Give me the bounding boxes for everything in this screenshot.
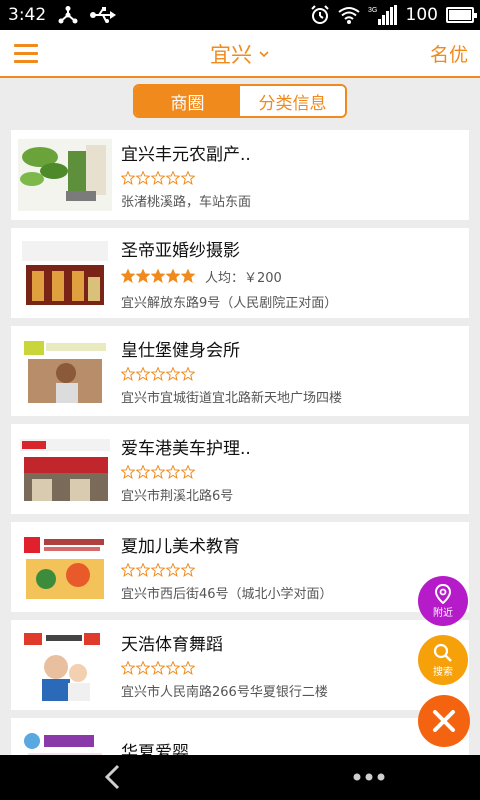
status-time: 3:42 xyxy=(8,5,47,25)
listing-name[interactable]: 天浩体育舞蹈 xyxy=(121,630,462,655)
listing-thumbnail xyxy=(18,335,112,407)
star-empty-icon xyxy=(136,367,150,381)
more-icon[interactable] xyxy=(352,771,386,783)
alarm-icon xyxy=(310,5,330,25)
nearby-label: 附近 xyxy=(433,607,453,619)
star-empty-icon xyxy=(151,563,165,577)
avg-price: 人均：￥200 xyxy=(205,270,282,286)
listing-thumbnail xyxy=(18,139,112,211)
status-bar: 3:42 3G 100 xyxy=(0,0,480,30)
back-icon[interactable] xyxy=(100,763,126,791)
listing-name[interactable]: 华夏爱婴 xyxy=(121,738,462,756)
star-empty-icon xyxy=(121,465,135,479)
search-icon xyxy=(433,643,452,662)
star-empty-icon xyxy=(166,367,180,381)
star-empty-icon xyxy=(181,465,195,479)
list-item[interactable]: 爱车港美车护理.. 宜兴市荆溪北路6号 xyxy=(11,424,469,514)
search-button[interactable]: 搜索 xyxy=(418,635,468,685)
listing-address: 宜兴市人民南路266号华夏银行二楼 xyxy=(121,685,328,700)
signal-icon: 3G xyxy=(368,5,398,25)
listing-list[interactable]: 宜兴丰元农副产.. 张渚桃溪路，车站东面 圣帝亚婚纱摄影 人均：￥200 宜兴解… xyxy=(0,122,480,755)
tab-category-info[interactable]: 分类信息 xyxy=(240,86,345,116)
star-filled-icon xyxy=(166,269,180,283)
star-empty-icon xyxy=(136,563,150,577)
star-empty-icon xyxy=(181,367,195,381)
listing-name[interactable]: 宜兴丰元农副产.. xyxy=(121,140,462,165)
star-empty-icon xyxy=(181,563,195,577)
star-empty-icon xyxy=(151,367,165,381)
listing-address: 宜兴市西后街46号（城北小学对面） xyxy=(121,587,333,602)
star-empty-icon xyxy=(181,661,195,675)
app-header: 宜兴 名优 xyxy=(0,30,480,78)
listing-thumbnail xyxy=(18,237,112,309)
star-empty-icon xyxy=(121,367,135,381)
close-icon xyxy=(433,710,455,732)
listing-name[interactable]: 圣帝亚婚纱摄影 xyxy=(121,236,462,261)
rating-stars xyxy=(121,171,195,185)
segmented-control: 商圈 分类信息 xyxy=(133,84,347,118)
listing-thumbnail xyxy=(18,531,112,603)
rating-stars xyxy=(121,563,195,577)
listing-name[interactable]: 爱车港美车护理.. xyxy=(121,434,462,459)
star-empty-icon xyxy=(136,661,150,675)
usb-icon xyxy=(90,7,117,23)
listing-name[interactable]: 皇仕堡健身会所 xyxy=(121,336,462,361)
listing-address: 张渚桃溪路，车站东面 xyxy=(121,195,252,210)
star-empty-icon xyxy=(166,661,180,675)
list-item[interactable]: 天浩体育舞蹈 宜兴市人民南路266号华夏银行二楼 xyxy=(11,620,469,710)
star-empty-icon xyxy=(166,563,180,577)
star-empty-icon xyxy=(121,563,135,577)
star-empty-icon xyxy=(136,171,150,185)
nearby-button[interactable]: 附近 xyxy=(418,576,468,626)
menu-icon[interactable] xyxy=(0,29,52,77)
star-empty-icon xyxy=(151,171,165,185)
network-type: 3G xyxy=(368,7,377,14)
rating-stars xyxy=(121,661,195,675)
location-pin-icon xyxy=(434,583,452,604)
tab-business-district[interactable]: 商圈 xyxy=(135,86,240,116)
star-empty-icon xyxy=(121,171,135,185)
star-filled-icon xyxy=(181,269,195,283)
search-label: 搜索 xyxy=(433,666,453,678)
star-empty-icon xyxy=(166,465,180,479)
list-item[interactable]: 华夏爱婴 xyxy=(11,718,469,755)
list-item[interactable]: 夏加儿美术教育 宜兴市西后街46号（城北小学对面） xyxy=(11,522,469,612)
city-name[interactable]: 宜兴 xyxy=(210,39,252,69)
battery-icon xyxy=(446,7,477,23)
listing-address: 宜兴解放东路9号（人民剧院正对面） xyxy=(121,295,338,311)
star-empty-icon xyxy=(166,171,180,185)
battery-percent: 100 xyxy=(405,5,438,25)
chevron-down-icon xyxy=(259,51,269,58)
listing-thumbnail xyxy=(18,433,112,505)
star-empty-icon xyxy=(151,465,165,479)
close-button[interactable] xyxy=(418,695,470,747)
star-empty-icon xyxy=(181,171,195,185)
city-selector[interactable]: 宜兴 xyxy=(0,30,480,78)
famous-products-link[interactable]: 名优 xyxy=(430,40,480,67)
rating-stars xyxy=(121,465,195,479)
usb-share-icon xyxy=(58,6,78,24)
star-empty-icon xyxy=(151,661,165,675)
battery-level xyxy=(449,10,471,20)
system-nav-bar xyxy=(0,755,480,800)
rating-stars xyxy=(121,269,195,283)
wifi-icon xyxy=(337,6,360,24)
list-item[interactable]: 皇仕堡健身会所 宜兴市宜城街道宜北路新天地广场四楼 xyxy=(11,326,469,416)
star-filled-icon xyxy=(136,269,150,283)
listing-thumbnail xyxy=(18,727,112,755)
star-empty-icon xyxy=(121,661,135,675)
list-item[interactable]: 宜兴丰元农副产.. 张渚桃溪路，车站东面 xyxy=(11,130,469,220)
listing-thumbnail xyxy=(18,629,112,701)
star-empty-icon xyxy=(136,465,150,479)
rating-stars xyxy=(121,367,195,381)
listing-address: 宜兴市宜城街道宜北路新天地广场四楼 xyxy=(121,391,343,406)
listing-address: 宜兴市荆溪北路6号 xyxy=(121,489,234,504)
listing-name[interactable]: 夏加儿美术教育 xyxy=(121,532,462,557)
star-filled-icon xyxy=(151,269,165,283)
segment-bar: 商圈 分类信息 xyxy=(0,80,480,122)
star-filled-icon xyxy=(121,269,135,283)
list-item[interactable]: 圣帝亚婚纱摄影 人均：￥200 宜兴解放东路9号（人民剧院正对面） xyxy=(11,228,469,318)
